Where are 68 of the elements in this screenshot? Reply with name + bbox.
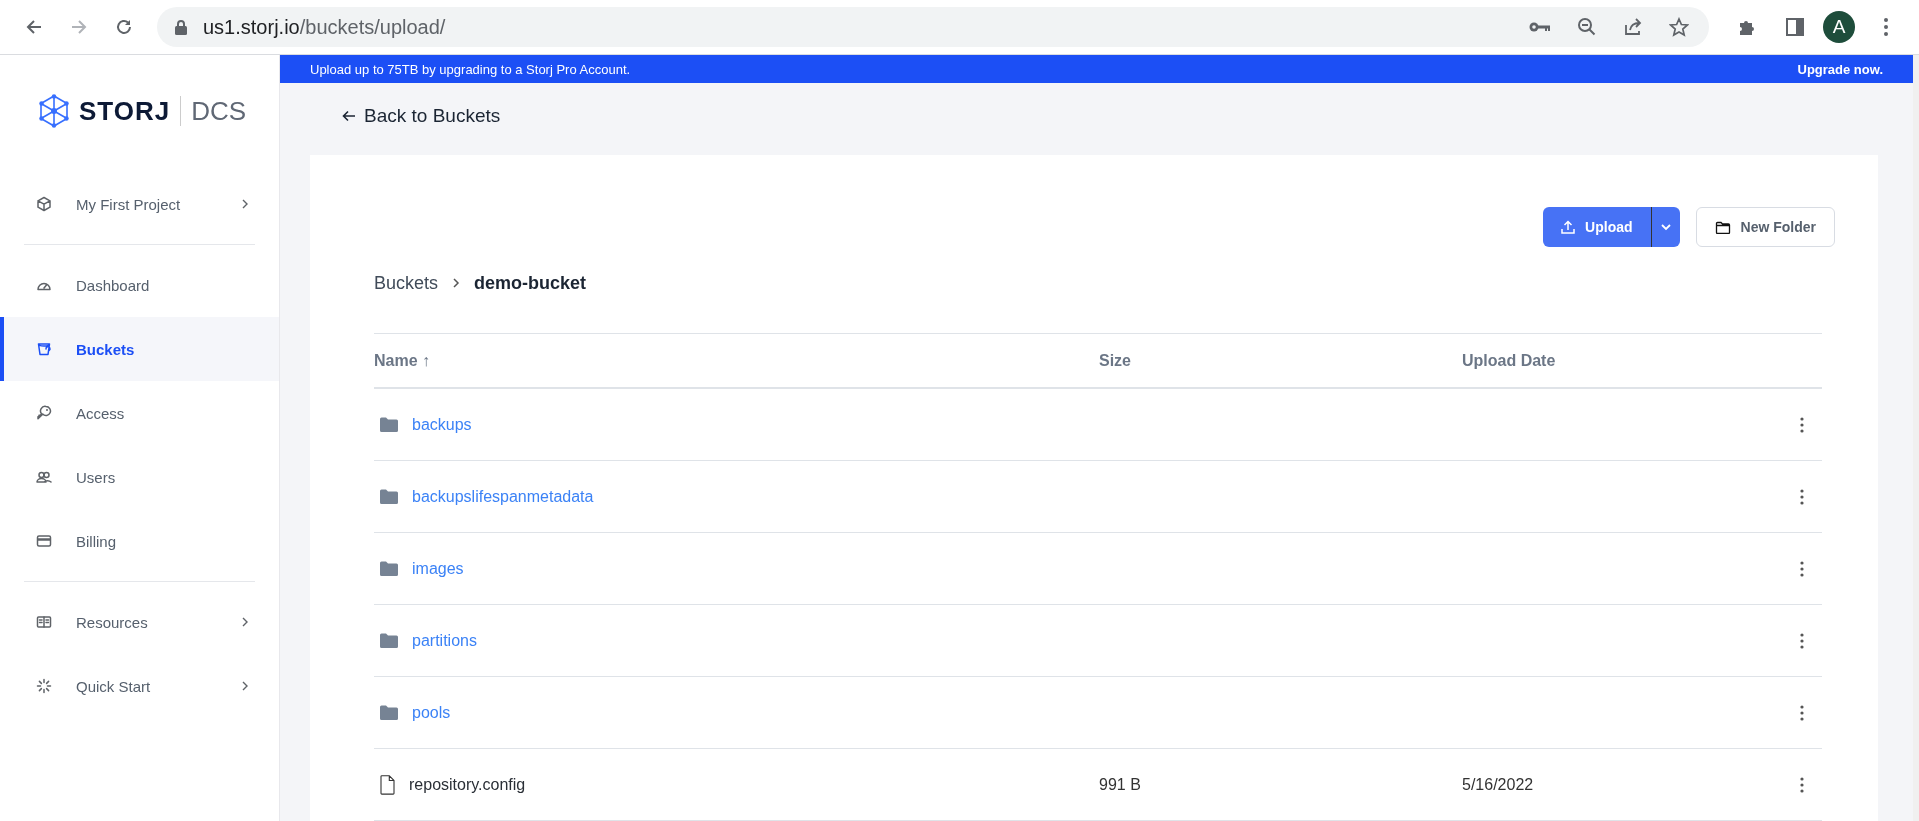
users-icon bbox=[36, 469, 52, 485]
more-options-icon[interactable] bbox=[1800, 488, 1804, 505]
new-folder-button[interactable]: New Folder bbox=[1695, 207, 1835, 247]
upload-button[interactable]: Upload bbox=[1543, 207, 1680, 247]
more-options-icon[interactable] bbox=[1800, 632, 1804, 649]
folder-icon bbox=[380, 705, 398, 720]
side-panel-icon[interactable] bbox=[1785, 17, 1805, 37]
folder-icon bbox=[1714, 220, 1731, 234]
upload-icon bbox=[1561, 220, 1576, 234]
column-header[interactable]: Name ↑ bbox=[374, 351, 1099, 370]
folder-icon bbox=[380, 417, 398, 432]
book-icon bbox=[36, 614, 52, 630]
more-options-icon[interactable] bbox=[1800, 560, 1804, 577]
sidebar-item[interactable]: Resources bbox=[0, 590, 279, 654]
folder-icon bbox=[380, 489, 398, 504]
scrollbar[interactable] bbox=[1913, 55, 1919, 821]
lock-icon bbox=[175, 19, 187, 35]
reload-icon[interactable] bbox=[114, 17, 134, 37]
folder-link[interactable]: images bbox=[412, 559, 464, 578]
address-bar[interactable]: us1.storj.io/buckets/upload/ bbox=[157, 7, 1709, 47]
sidebar-item[interactable]: Dashboard bbox=[0, 253, 279, 317]
more-options-icon[interactable] bbox=[1800, 704, 1804, 721]
credit-card-icon bbox=[36, 533, 52, 549]
sidebar-item[interactable]: Billing bbox=[0, 509, 279, 573]
share-icon[interactable] bbox=[1623, 17, 1643, 37]
folder-icon bbox=[380, 561, 398, 576]
sidebar-item[interactable]: Access bbox=[0, 381, 279, 445]
more-options-icon[interactable] bbox=[1800, 416, 1804, 433]
sidebar-item[interactable]: My First Project bbox=[0, 172, 279, 236]
kebab-menu-icon[interactable] bbox=[1883, 17, 1889, 37]
spinner-icon bbox=[36, 678, 52, 694]
arrow-left-icon bbox=[342, 110, 356, 122]
upgrade-link[interactable]: Upgrade now. bbox=[1797, 61, 1883, 77]
cube-icon bbox=[36, 196, 52, 212]
folder-link[interactable]: backups bbox=[412, 415, 472, 434]
more-options-icon[interactable] bbox=[1800, 776, 1804, 793]
url-text: us1.storj.io/buckets/upload/ bbox=[203, 15, 446, 39]
profile-avatar[interactable]: A bbox=[1823, 11, 1855, 43]
file-icon bbox=[380, 774, 395, 795]
chevron-right-icon bbox=[241, 198, 249, 210]
key-icon[interactable] bbox=[1529, 21, 1551, 33]
bucket-icon bbox=[36, 341, 52, 357]
key-icon bbox=[36, 405, 52, 421]
zoom-out-icon[interactable] bbox=[1577, 17, 1597, 37]
column-header[interactable]: Size bbox=[1099, 351, 1462, 370]
folder-link[interactable]: pools bbox=[412, 703, 451, 722]
logo-brand: STORJ bbox=[79, 95, 171, 127]
chevron-right-icon bbox=[241, 680, 249, 692]
sidebar-item[interactable]: Users bbox=[0, 445, 279, 509]
folder-link[interactable]: backupslifespanmetadata bbox=[412, 487, 594, 506]
column-header[interactable]: Upload Date bbox=[1462, 351, 1782, 370]
caret-icon[interactable] bbox=[1659, 223, 1672, 231]
size-cell: 991 B bbox=[1099, 775, 1141, 794]
sidebar-item[interactable]: Quick Start bbox=[0, 654, 279, 718]
folder-icon bbox=[380, 633, 398, 648]
star-icon[interactable] bbox=[1669, 17, 1689, 37]
sidebar-item[interactable]: Buckets bbox=[0, 317, 279, 381]
back-link[interactable]: Back to Buckets bbox=[310, 83, 1878, 149]
banner-text: Upload up to 75TB by upgrading to a Storj Pro Account. bbox=[310, 61, 631, 77]
chevron-right-icon bbox=[241, 616, 249, 628]
file-name[interactable]: repository.config bbox=[409, 775, 526, 794]
folder-link[interactable]: partitions bbox=[412, 631, 477, 650]
chevron-right-icon bbox=[452, 277, 461, 289]
logo-product: DCS bbox=[191, 95, 247, 127]
breadcrumb-current: demo-bucket bbox=[474, 272, 587, 294]
logo-icon bbox=[37, 94, 71, 128]
breadcrumb-link[interactable]: Buckets bbox=[374, 272, 439, 294]
date-cell: 5/16/2022 bbox=[1462, 775, 1534, 794]
